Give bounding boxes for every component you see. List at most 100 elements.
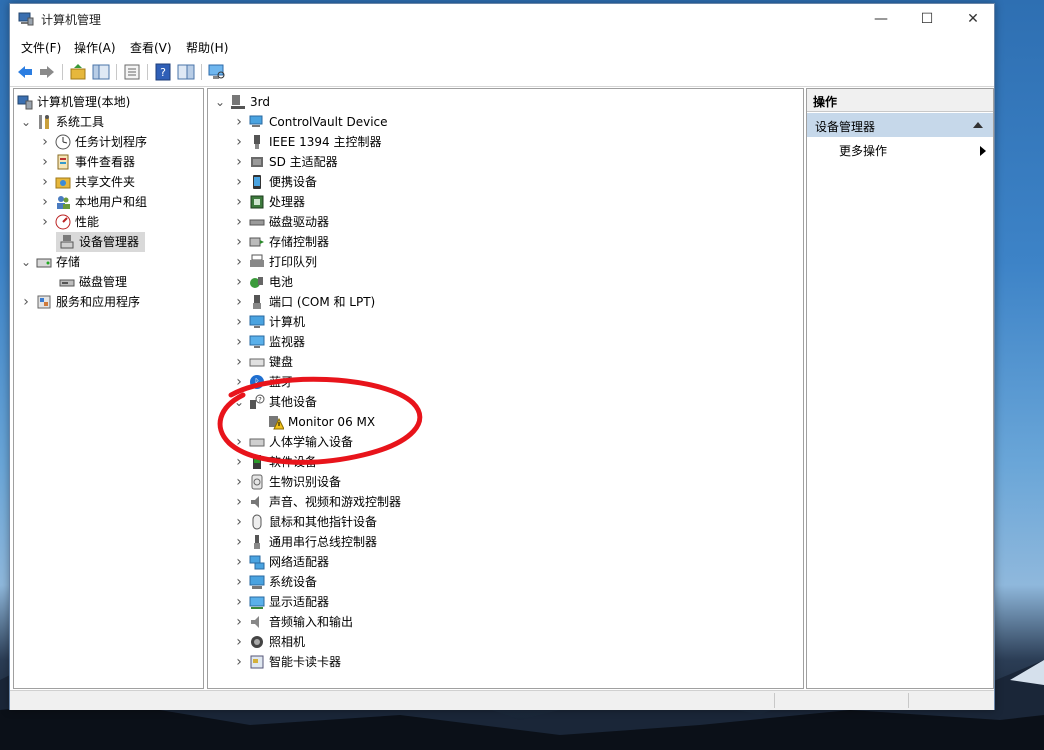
collapse-chevron-icon[interactable]: ⌄ — [214, 92, 226, 112]
console-tree-item[interactable]: › 服务和应用程序 — [14, 292, 203, 312]
device-category[interactable]: › 打印队列 — [208, 252, 803, 272]
device-category[interactable]: › 电池 — [208, 272, 803, 292]
help-icon[interactable]: ? — [154, 63, 172, 81]
device-category-label: 声音、视频和游戏控制器 — [269, 495, 402, 509]
device-category[interactable]: › 网络适配器 — [208, 552, 803, 572]
device-category[interactable]: › 鼠标和其他指针设备 — [208, 512, 803, 532]
collapse-up-icon[interactable] — [973, 121, 983, 129]
device-category[interactable]: › 照相机 — [208, 632, 803, 652]
expand-chevron-icon[interactable]: › — [233, 472, 245, 492]
device-category[interactable]: › 通用串行总线控制器 — [208, 532, 803, 552]
device-category[interactable]: › 智能卡读卡器 — [208, 652, 803, 672]
close-button[interactable]: ✕ — [950, 4, 996, 34]
up-folder-icon[interactable] — [69, 63, 87, 81]
device-category[interactable]: › 系统设备 — [208, 572, 803, 592]
menu-file[interactable]: 文件(F) — [21, 39, 61, 56]
device-category[interactable]: › 键盘 — [208, 352, 803, 372]
forward-arrow-icon[interactable] — [38, 63, 56, 81]
device-category[interactable]: › 磁盘驱动器 — [208, 212, 803, 232]
device-item[interactable]: Monitor 06 MX — [208, 412, 803, 432]
device-category[interactable]: › 人体学输入设备 — [208, 432, 803, 452]
console-tree-item[interactable]: 计算机管理(本地) — [14, 92, 203, 112]
expand-chevron-icon[interactable]: › — [233, 452, 245, 472]
console-tree-item[interactable]: › 性能 — [14, 212, 203, 232]
actions-device-manager[interactable]: 设备管理器 — [807, 113, 993, 137]
collapse-chevron-icon[interactable]: ⌄ — [233, 392, 245, 412]
back-arrow-icon[interactable] — [16, 63, 34, 81]
device-category[interactable]: › 监视器 — [208, 332, 803, 352]
expand-chevron-icon[interactable]: › — [233, 492, 245, 512]
minimize-button[interactable]: — — [858, 4, 904, 34]
console-tree-item[interactable]: 设备管理器 — [56, 232, 145, 252]
menu-view[interactable]: 查看(V) — [130, 39, 172, 56]
expand-chevron-icon[interactable]: › — [233, 532, 245, 552]
device-category[interactable]: › 软件设备 — [208, 452, 803, 472]
expand-chevron-icon[interactable]: › — [233, 112, 245, 132]
console-tree-item[interactable]: › 共享文件夹 — [14, 172, 203, 192]
menu-help[interactable]: 帮助(H) — [186, 39, 228, 56]
device-tree-root[interactable]: ⌄ 3rd — [208, 92, 803, 112]
more-actions-item[interactable]: 更多操作 — [839, 142, 887, 159]
device-category[interactable]: › 计算机 — [208, 312, 803, 332]
expand-chevron-icon[interactable]: › — [20, 292, 32, 312]
collapse-chevron-icon[interactable]: ⌄ — [20, 112, 32, 132]
properties-icon[interactable] — [123, 63, 141, 81]
device-category[interactable]: › ᛒ 蓝牙 — [208, 372, 803, 392]
console-tree-item[interactable]: › 任务计划程序 — [14, 132, 203, 152]
device-category[interactable]: › 存储控制器 — [208, 232, 803, 252]
device-category[interactable]: › 显示适配器 — [208, 592, 803, 612]
console-tree-item[interactable]: ⌄ 系统工具 — [14, 112, 203, 132]
device-category[interactable]: › 声音、视频和游戏控制器 — [208, 492, 803, 512]
expand-chevron-icon[interactable]: › — [233, 632, 245, 652]
expand-chevron-icon[interactable]: › — [233, 432, 245, 452]
device-category[interactable]: › IEEE 1394 主控制器 — [208, 132, 803, 152]
expand-chevron-icon[interactable]: › — [233, 292, 245, 312]
device-category-label: 处理器 — [269, 195, 306, 209]
expand-chevron-icon[interactable]: › — [233, 352, 245, 372]
device-category[interactable]: › 便携设备 — [208, 172, 803, 192]
expand-chevron-icon[interactable]: › — [233, 332, 245, 352]
expand-chevron-icon[interactable]: › — [39, 192, 51, 212]
expand-chevron-icon[interactable]: › — [233, 592, 245, 612]
title-bar[interactable]: 计算机管理 — ☐ ✕ — [10, 4, 994, 34]
expand-chevron-icon[interactable]: › — [233, 612, 245, 632]
toolbar: ? — [10, 58, 994, 87]
collapse-chevron-icon[interactable]: ⌄ — [20, 252, 32, 272]
expand-chevron-icon[interactable]: › — [233, 172, 245, 192]
device-category[interactable]: › 音频输入和输出 — [208, 612, 803, 632]
device-category[interactable]: › SD 主适配器 — [208, 152, 803, 172]
expand-chevron-icon[interactable]: › — [233, 552, 245, 572]
scan-hardware-icon[interactable] — [208, 63, 226, 81]
expand-chevron-icon[interactable]: › — [233, 512, 245, 532]
expand-chevron-icon[interactable]: › — [233, 312, 245, 332]
expand-chevron-icon[interactable]: › — [233, 652, 245, 672]
expand-chevron-icon[interactable]: › — [233, 252, 245, 272]
device-category[interactable]: › 生物识别设备 — [208, 472, 803, 492]
expand-chevron-icon[interactable]: › — [39, 132, 51, 152]
device-category[interactable]: › 处理器 — [208, 192, 803, 212]
expand-chevron-icon[interactable]: › — [233, 152, 245, 172]
expand-chevron-icon[interactable]: › — [233, 132, 245, 152]
expand-chevron-icon[interactable]: › — [233, 232, 245, 252]
device-category-label: 蓝牙 — [269, 375, 294, 389]
maximize-button[interactable]: ☐ — [904, 4, 950, 34]
expand-chevron-icon[interactable]: › — [233, 212, 245, 232]
menu-action[interactable]: 操作(A) — [74, 39, 116, 56]
device-category[interactable]: › ControlVault Device — [208, 112, 803, 132]
action-pane-icon[interactable] — [177, 63, 195, 81]
performance-icon — [55, 214, 71, 230]
console-tree-item[interactable]: › 事件查看器 — [14, 152, 203, 172]
show-hide-tree-icon[interactable] — [92, 63, 110, 81]
device-category[interactable]: › 端口 (COM 和 LPT) — [208, 292, 803, 312]
device-category[interactable]: ⌄? 其他设备 — [208, 392, 803, 412]
expand-chevron-icon[interactable]: › — [39, 152, 51, 172]
expand-chevron-icon[interactable]: › — [233, 272, 245, 292]
expand-chevron-icon[interactable]: › — [233, 192, 245, 212]
console-tree-item[interactable]: 磁盘管理 — [14, 272, 203, 292]
expand-chevron-icon[interactable]: › — [233, 572, 245, 592]
expand-chevron-icon[interactable]: › — [39, 212, 51, 232]
expand-chevron-icon[interactable]: › — [39, 172, 51, 192]
console-tree-item[interactable]: › 本地用户和组 — [14, 192, 203, 212]
console-tree-item[interactable]: ⌄ 存储 — [14, 252, 203, 272]
expand-chevron-icon[interactable]: › — [233, 372, 245, 392]
